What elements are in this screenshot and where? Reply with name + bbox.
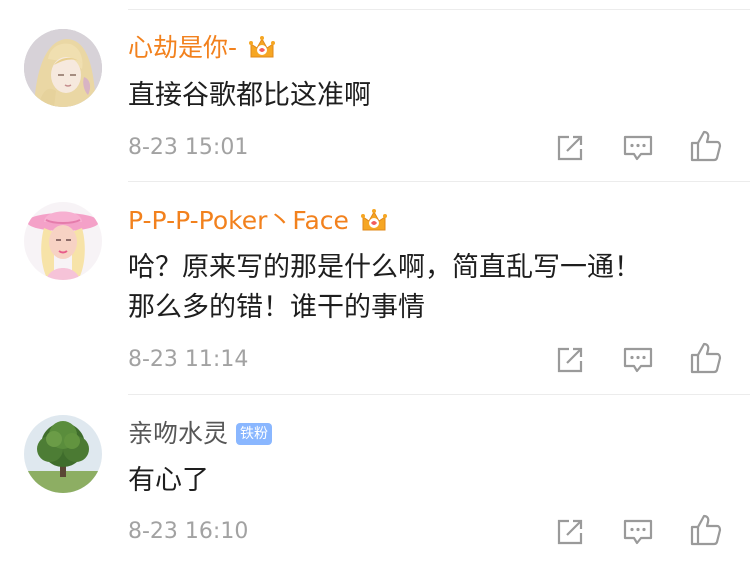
crown-vip-icon[interactable] [247,33,277,63]
share-icon [557,519,583,545]
crown-vip-icon[interactable] [359,206,389,236]
timestamp: 8-23 11:14 [128,347,249,372]
comment-button[interactable] [618,512,658,552]
like-icon [690,342,722,374]
comment-button[interactable] [618,128,658,168]
share-icon [557,135,583,161]
comment-icon [623,519,653,545]
top-divider [128,9,750,10]
timestamp: 8-23 16:10 [128,519,249,544]
like-icon [690,130,722,162]
like-icon [690,514,722,546]
like-button[interactable] [686,510,726,550]
username[interactable]: P-P-P-Poker丶Face [128,204,349,238]
tree-avatar-icon [24,415,102,493]
comment-text-line: 有心了 [128,465,209,496]
comment-text-line: 那么多的错！谁干的事情 [128,292,425,323]
avatar[interactable] [24,202,102,280]
share-button[interactable] [550,340,590,380]
username[interactable]: 心劫是你- [128,31,237,65]
share-button[interactable] [550,128,590,168]
fan-badge[interactable]: 铁粉 [236,423,273,445]
comment-text-line: 哈？原来写的那是什么啊，简直乱写一通！ [128,252,641,283]
comment-button[interactable] [618,340,658,380]
share-button[interactable] [550,512,590,552]
comment-icon [623,135,653,161]
username[interactable]: 亲吻水灵 [128,417,228,451]
avatar[interactable] [24,415,102,493]
anime-girl-avatar-icon [24,29,102,107]
comment-feed: 心劫是你- 直接谷歌都比这准啊 8-23 15:01 P-P-P-Poker丶F… [0,0,750,565]
avatar[interactable] [24,29,102,107]
like-button[interactable] [686,126,726,166]
pink-cowboy-hat-avatar-icon [24,202,102,280]
comment-icon [623,347,653,373]
like-button[interactable] [686,338,726,378]
timestamp: 8-23 15:01 [128,135,249,160]
comment-text-line: 直接谷歌都比这准啊 [128,80,371,111]
share-icon [557,347,583,373]
